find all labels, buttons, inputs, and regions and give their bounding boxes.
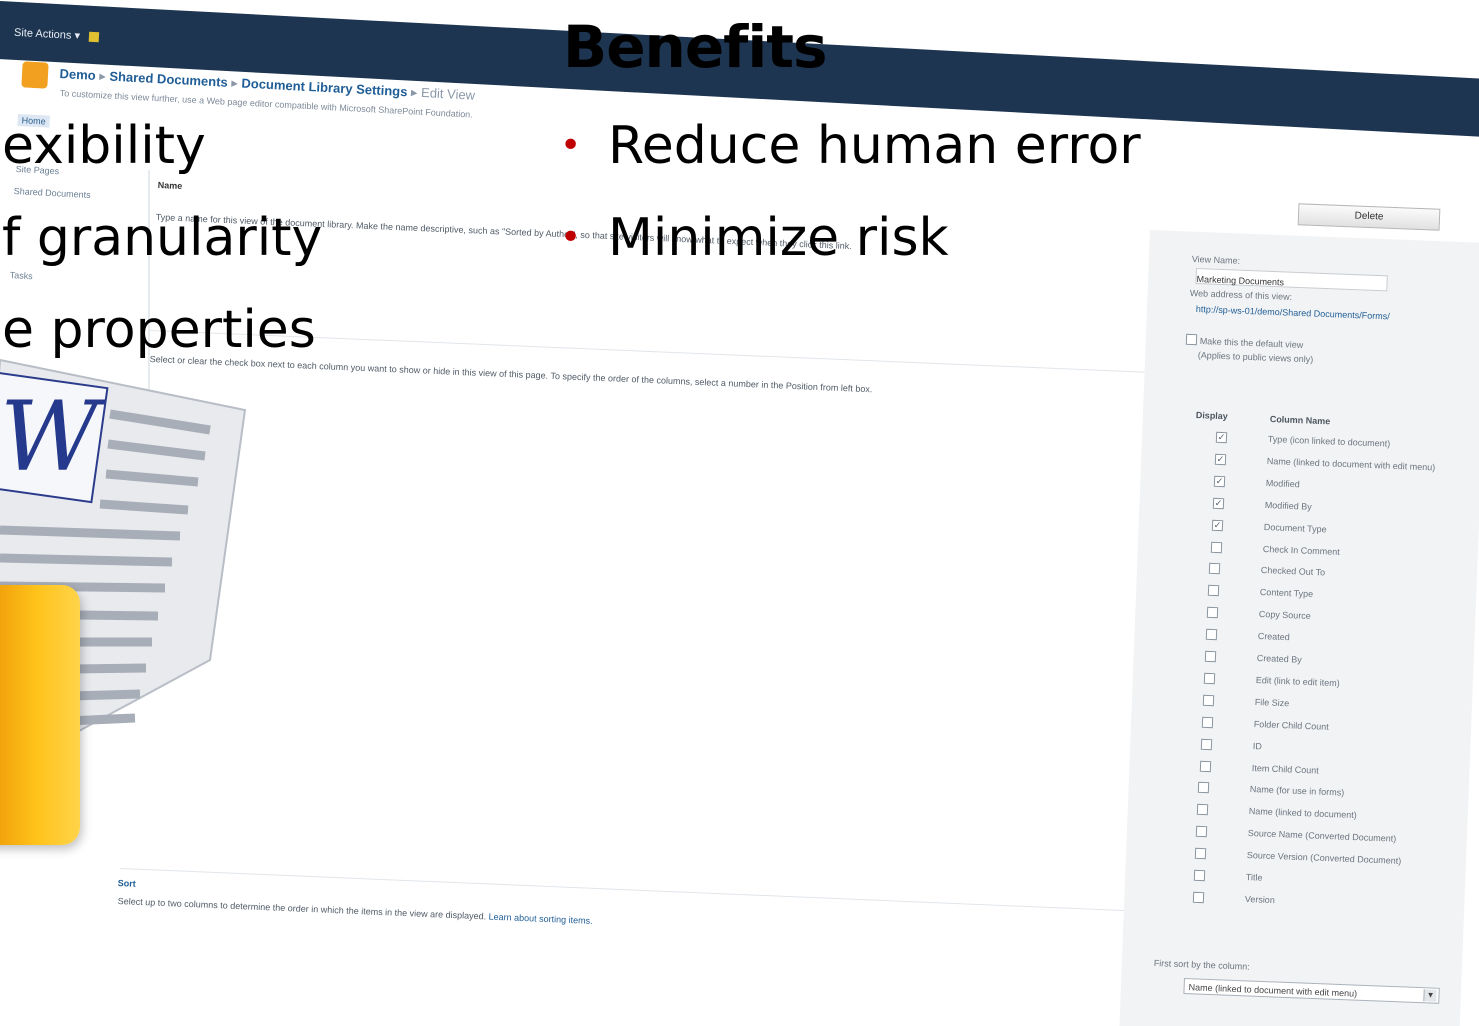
quick-launch-tasks[interactable]: Tasks — [9, 270, 33, 281]
bullet-icon: • — [560, 125, 582, 166]
left-point-3: e properties — [2, 300, 316, 360]
breadcrumb-page: Edit View — [420, 84, 476, 103]
column-display-checkbox[interactable] — [1204, 650, 1217, 663]
quick-launch-shared-documents[interactable]: Shared Documents — [13, 186, 90, 200]
navigate-up-icon[interactable] — [88, 31, 100, 43]
column-display-checkbox[interactable] — [1208, 585, 1220, 597]
column-name-label: Item Child Count — [1251, 762, 1319, 776]
column-display-checkbox[interactable] — [1193, 869, 1206, 882]
column-display-checkbox[interactable] — [1200, 738, 1212, 750]
dropdown-arrow-icon[interactable]: ▼ — [1423, 989, 1437, 1002]
breadcrumb-site[interactable]: Demo — [59, 66, 96, 83]
column-display-checkbox[interactable] — [1210, 541, 1222, 553]
column-name-label: ID — [1252, 740, 1262, 751]
column-display-checkbox[interactable] — [1205, 628, 1218, 641]
column-name-label: Modified — [1265, 477, 1300, 490]
breadcrumb-library[interactable]: Shared Documents — [109, 69, 228, 90]
column-name-label: Document Type — [1263, 521, 1327, 534]
column-display-checkbox[interactable]: ✓ — [1212, 497, 1224, 509]
bullet-item-2: • Minimize risk — [560, 208, 949, 268]
column-display-checkbox[interactable]: ✓ — [1215, 431, 1228, 444]
site-logo-icon — [21, 61, 49, 89]
column-display-checkbox[interactable]: ✓ — [1213, 475, 1226, 488]
left-point-1: exibility — [2, 116, 206, 176]
bullet-text: Minimize risk — [608, 208, 949, 268]
column-display-checkbox[interactable] — [1192, 891, 1205, 904]
column-display-checkbox[interactable] — [1198, 782, 1210, 794]
column-display-checkbox[interactable] — [1195, 825, 1208, 838]
display-column-header: Display — [1195, 410, 1228, 422]
column-display-checkbox[interactable] — [1194, 847, 1207, 860]
name-section-heading: Name — [157, 180, 183, 192]
bullet-item-1: • Reduce human error — [560, 116, 1141, 176]
column-display-checkbox[interactable] — [1197, 804, 1209, 816]
column-display-checkbox[interactable] — [1203, 672, 1216, 685]
view-name-label: View Name: — [1191, 254, 1241, 266]
column-display-checkbox[interactable] — [1201, 716, 1213, 728]
column-name-label: Title — [1245, 872, 1263, 883]
delete-button[interactable]: Delete — [1297, 203, 1441, 231]
sort-section-help: Select up to two columns to determine th… — [117, 896, 593, 926]
folder-icon — [0, 585, 80, 845]
sort-section-heading: Sort — [117, 878, 136, 889]
svg-text:W: W — [0, 381, 106, 493]
default-view-checkbox[interactable] — [1185, 333, 1198, 346]
column-name-label: File Size — [1254, 696, 1290, 709]
column-name-label: Modified By — [1264, 499, 1312, 512]
column-display-checkbox[interactable] — [1199, 760, 1211, 772]
bullet-text: Reduce human error — [608, 116, 1141, 176]
bullet-icon: • — [560, 217, 582, 258]
column-display-checkbox[interactable]: ✓ — [1214, 453, 1227, 466]
column-name-label: Created — [1257, 631, 1291, 643]
column-display-checkbox[interactable]: ✓ — [1211, 519, 1223, 531]
slide-title: Benefits — [563, 13, 828, 81]
left-point-2: f granularity — [2, 208, 323, 268]
column-display-checkbox[interactable] — [1209, 563, 1221, 575]
column-display-checkbox[interactable] — [1206, 606, 1219, 619]
learn-sorting-link[interactable]: Learn about sorting items. — [488, 912, 592, 926]
column-name-label: Version — [1244, 893, 1275, 906]
column-display-checkbox[interactable] — [1202, 694, 1215, 707]
column-name-label: Created By — [1256, 653, 1302, 665]
